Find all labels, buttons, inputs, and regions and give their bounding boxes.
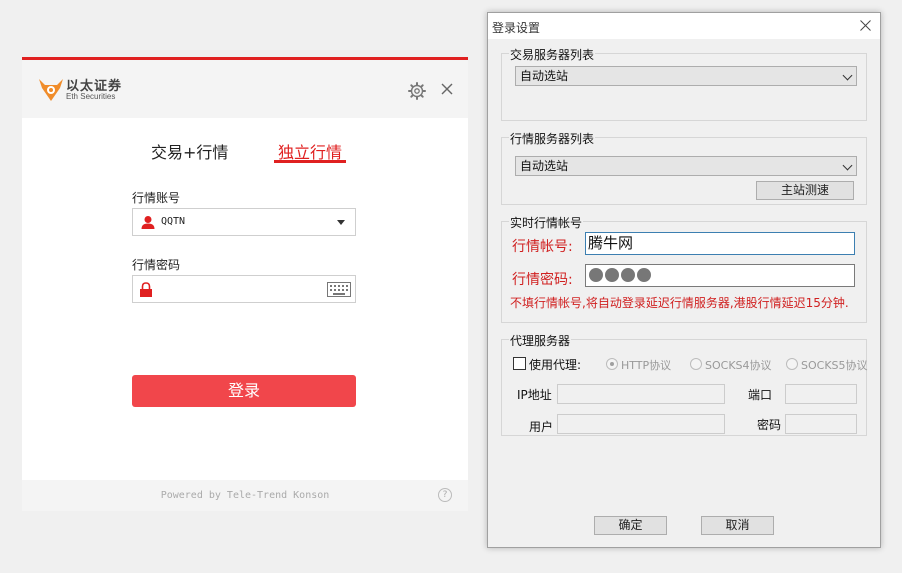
- chevron-down-icon[interactable]: [337, 220, 345, 225]
- realtime-account-group: 实时行情帐号 行情帐号: 腾牛网 行情密码: 不填行情帐号,将自动登录延迟行情服…: [501, 214, 867, 323]
- dialog-title: 登录设置: [492, 21, 541, 35]
- login-window: 以太证券 Eth Securities 交易+行情 独立行情 行情账号 QQTN…: [22, 57, 468, 511]
- quote-password-label: 行情密码:: [512, 272, 573, 288]
- server-speed-test-button[interactable]: 主站测速: [756, 181, 854, 200]
- chevron-down-icon: [842, 70, 853, 81]
- quote-account-input[interactable]: 腾牛网: [585, 232, 855, 255]
- select-value: 自动选站: [520, 69, 569, 83]
- group-title: 交易服务器列表: [509, 46, 596, 63]
- login-settings-dialog: 登录设置 交易服务器列表 自动选站 行情服务器列表 自动选站 主站测速 实时行情…: [487, 12, 881, 548]
- login-header: 以太证券 Eth Securities: [22, 60, 468, 118]
- account-select[interactable]: QQTN: [132, 208, 356, 236]
- quote-account-label: 行情帐号:: [512, 239, 573, 255]
- http-protocol-radio[interactable]: [606, 358, 618, 370]
- password-label: 行情密码: [132, 258, 181, 272]
- proxy-user-label: 用户: [529, 420, 554, 434]
- chevron-down-icon: [842, 160, 853, 171]
- help-icon[interactable]: ?: [438, 488, 452, 502]
- trade-server-select[interactable]: 自动选站: [515, 66, 857, 86]
- quote-server-group: 行情服务器列表 自动选站 主站测速: [501, 130, 867, 205]
- account-value: QQTN: [161, 216, 186, 227]
- active-tab-indicator: [274, 160, 346, 163]
- proxy-port-input[interactable]: [785, 384, 857, 404]
- proxy-user-input[interactable]: [557, 414, 725, 434]
- ok-button[interactable]: 确定: [594, 516, 667, 535]
- password-field[interactable]: [132, 275, 356, 303]
- brand-subtitle: Eth Securities: [66, 92, 116, 101]
- dialog-titlebar: 登录设置: [488, 13, 880, 39]
- proxy-ip-label: IP地址: [517, 388, 552, 402]
- use-proxy-label: 使用代理:: [529, 358, 582, 372]
- cancel-button[interactable]: 取消: [701, 516, 774, 535]
- select-value: 自动选站: [520, 159, 569, 173]
- group-title: 实时行情帐号: [509, 214, 584, 231]
- bull-logo-icon: [39, 79, 63, 101]
- socks5-protocol-radio[interactable]: [786, 358, 798, 370]
- login-footer: Powered by Tele-Trend Konson ?: [22, 480, 468, 511]
- quote-server-select[interactable]: 自动选站: [515, 156, 857, 176]
- socks4-protocol-radio[interactable]: [690, 358, 702, 370]
- gear-icon[interactable]: [408, 82, 426, 100]
- password-mask-dot: [621, 268, 635, 282]
- proxy-server-group: 代理服务器 使用代理: HTTP协议 SOCKS4协议 SOCKS5协议 IP地…: [501, 332, 868, 436]
- radio-selected-dot: [610, 362, 614, 366]
- group-title: 代理服务器: [509, 332, 572, 349]
- password-mask-dot: [637, 268, 651, 282]
- use-proxy-checkbox[interactable]: [513, 357, 526, 370]
- password-mask-dot: [589, 268, 603, 282]
- password-mask-dot: [605, 268, 619, 282]
- proxy-ip-input[interactable]: [557, 384, 725, 404]
- proxy-password-input[interactable]: [785, 414, 857, 434]
- socks5-protocol-label: SOCKS5协议: [801, 359, 868, 372]
- login-button[interactable]: 登录: [132, 375, 356, 407]
- proxy-password-label: 密码: [757, 418, 782, 432]
- keyboard-icon[interactable]: [327, 282, 351, 297]
- quote-password-input[interactable]: [585, 264, 855, 287]
- powered-by-text: Powered by Tele-Trend Konson: [160, 490, 330, 501]
- tab-trade-and-quote[interactable]: 交易+行情: [151, 139, 228, 163]
- trade-server-group: 交易服务器列表 自动选站: [501, 46, 867, 121]
- group-title: 行情服务器列表: [509, 130, 596, 147]
- user-icon: [141, 216, 155, 229]
- lock-icon: [140, 282, 152, 297]
- account-label: 行情账号: [132, 191, 181, 205]
- close-icon[interactable]: [440, 82, 454, 96]
- socks4-protocol-label: SOCKS4协议: [705, 359, 772, 372]
- delay-notice: 不填行情帐号,将自动登录延迟行情服务器,港股行情延迟15分钟.: [510, 296, 849, 310]
- proxy-port-label: 端口: [748, 388, 773, 402]
- http-protocol-label: HTTP协议: [621, 359, 672, 372]
- close-icon[interactable]: [860, 20, 871, 31]
